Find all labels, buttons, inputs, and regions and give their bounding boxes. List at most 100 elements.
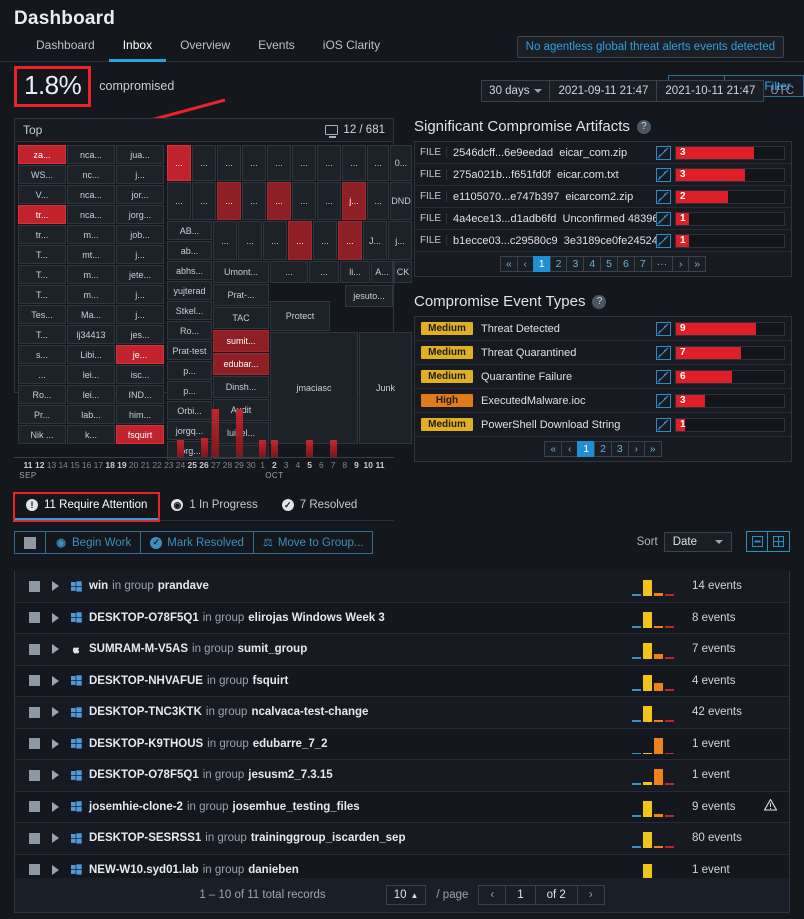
treemap-tile[interactable]: T... [18, 245, 66, 264]
pager-button[interactable]: 7 [633, 256, 651, 272]
row-checkbox[interactable] [29, 801, 40, 813]
chart-bar[interactable] [235, 409, 243, 457]
device-row[interactable]: SUMRAM-M-V5AS in group sumit_group 7 events [15, 634, 789, 666]
pivot-icon[interactable] [656, 369, 671, 384]
treemap-tile[interactable]: ... [270, 261, 308, 283]
treemap-tile[interactable]: ... [288, 221, 312, 260]
pager-button[interactable]: › [627, 441, 644, 457]
range-preset-dropdown[interactable]: 30 days [481, 80, 551, 102]
status-tab-resolved[interactable]: ✓ 7 Resolved [270, 493, 370, 521]
select-all-checkbox[interactable] [15, 532, 46, 553]
treemap-tile[interactable]: Stkel... [167, 301, 212, 320]
device-row[interactable]: DESKTOP-SESRSS1 in group traininggroup_isc… [15, 823, 789, 855]
per-page-select[interactable]: 10 ▲ [385, 885, 427, 905]
treemap-tile[interactable]: abhs... [167, 261, 212, 280]
row-checkbox[interactable] [29, 769, 40, 781]
chart-bar[interactable] [259, 439, 267, 457]
treemap-tile[interactable]: Umont... [213, 261, 269, 283]
treemap-tile[interactable]: j... [116, 305, 164, 324]
row-checkbox[interactable] [29, 738, 40, 750]
treemap-tile[interactable]: DND [390, 182, 412, 220]
pager-button[interactable]: 2 [594, 441, 611, 457]
treemap-tile[interactable]: A... [371, 261, 393, 283]
row-checkbox[interactable] [29, 675, 40, 687]
treemap-tile[interactable]: Ro... [167, 321, 212, 340]
pager-button[interactable]: 1 [577, 441, 595, 457]
treemap-tile[interactable]: 0... [390, 145, 412, 181]
help-icon[interactable]: ? [636, 119, 651, 134]
treemap-tile[interactable]: ... [213, 221, 237, 260]
begin-work-button[interactable]: ◉ Begin Work [46, 532, 142, 553]
treemap-tile[interactable]: V... [18, 185, 66, 204]
pivot-icon[interactable] [656, 233, 671, 248]
treemap-tile[interactable]: ... [242, 145, 266, 181]
tab-dashboard[interactable]: Dashboard [22, 34, 109, 62]
treemap-tile[interactable]: ... [217, 145, 241, 181]
treemap-tile[interactable]: Protect [270, 301, 330, 331]
treemap-tile[interactable]: j... [116, 285, 164, 304]
treemap-tile[interactable]: lei... [67, 365, 115, 384]
current-page[interactable]: 1 [506, 886, 536, 904]
treemap-tile[interactable]: tr... [18, 225, 66, 244]
treemap-tile[interactable]: Tes... [18, 305, 66, 324]
pager-button[interactable]: ‹ [561, 441, 578, 457]
global-threat-alert-banner[interactable]: No agentless global threat alerts events… [516, 36, 784, 58]
pager-button[interactable]: « [499, 256, 517, 272]
treemap-tile[interactable]: jete... [116, 265, 164, 284]
device-row[interactable]: DESKTOP-K9THOUS in group edubarre_7_2 1 eve… [15, 728, 789, 760]
treemap-tile[interactable]: ... [317, 182, 341, 220]
treemap-tile[interactable]: WS... [18, 165, 66, 184]
device-row[interactable]: josemhie-clone-2 in group josemhue_testing… [15, 791, 789, 823]
warning-icon[interactable] [763, 798, 779, 814]
treemap-tile[interactable]: nca... [67, 145, 115, 164]
event-type-row[interactable]: Medium Threat Detected 9 [415, 317, 791, 341]
pivot-icon[interactable] [656, 189, 671, 204]
event-type-row[interactable]: Medium Threat Quarantined 7 [415, 341, 791, 365]
expand-row-icon[interactable] [52, 770, 59, 781]
treemap-tile[interactable]: m... [67, 285, 115, 304]
expand-row-icon[interactable] [52, 644, 59, 655]
treemap-tile[interactable]: ... [313, 221, 337, 260]
pager-button[interactable]: › [672, 256, 689, 272]
treemap-tile[interactable]: ... [267, 145, 291, 181]
artifact-row[interactable]: FILE 275a021b...f651fd0f eicar.com.txt 3 [415, 164, 791, 186]
treemap-tile[interactable]: edubar... [213, 353, 269, 375]
treemap-tile[interactable]: jes... [116, 325, 164, 344]
treemap-tile[interactable]: ... [292, 145, 316, 181]
artifact-row[interactable]: FILE b1ecce03...c29580c9 3e3189ce0fe24524… [415, 230, 791, 252]
pivot-icon[interactable] [656, 211, 671, 226]
device-row[interactable]: DESKTOP-TNC3KTK in group ncalvaca-test-cha… [15, 697, 789, 729]
treemap-tile[interactable]: za... [18, 145, 66, 164]
move-to-group-button[interactable]: ⚖ Move to Group... [254, 532, 373, 553]
pager-button[interactable]: 1 [532, 256, 550, 272]
pager-button[interactable]: 3 [566, 256, 584, 272]
list-view-icon[interactable] [747, 532, 768, 551]
chart-bar[interactable] [177, 439, 185, 457]
treemap-tile[interactable]: ... [192, 182, 216, 220]
treemap-tile[interactable]: ... [167, 182, 191, 220]
event-type-row[interactable]: Medium Quarantine Failure 6 [415, 365, 791, 389]
device-treemap[interactable]: za... nca... jua... WS... nc... j... V... nca..… [15, 142, 412, 460]
treemap-tile[interactable]: j... [116, 165, 164, 184]
treemap-tile[interactable]: ... [367, 182, 389, 220]
row-checkbox[interactable] [29, 612, 40, 624]
treemap-tile[interactable]: T... [18, 265, 66, 284]
treemap-tile[interactable]: j... [116, 245, 164, 264]
pager-button[interactable]: 6 [617, 256, 634, 272]
chart-bar[interactable] [200, 437, 208, 457]
device-row[interactable]: DESKTOP-O78F5Q1 in group elirojas Windows … [15, 602, 789, 634]
tab-overview[interactable]: Overview [166, 34, 244, 62]
treemap-tile[interactable]: p... [167, 361, 212, 380]
treemap-tile[interactable]: nca... [67, 185, 115, 204]
pager-button[interactable]: ··· [650, 256, 673, 272]
pager-button[interactable]: 4 [583, 256, 601, 272]
tab-events[interactable]: Events [244, 34, 309, 62]
expand-row-icon[interactable] [52, 581, 59, 592]
treemap-tile[interactable]: ... [192, 145, 216, 181]
pager-button[interactable]: » [688, 256, 707, 272]
pager-button[interactable]: « [544, 441, 562, 457]
pivot-icon[interactable] [656, 321, 671, 336]
treemap-tile[interactable]: jorg... [116, 205, 164, 224]
sort-select[interactable]: Date [663, 531, 732, 552]
event-type-row[interactable]: High ExecutedMalware.ioc 3 [415, 389, 791, 413]
